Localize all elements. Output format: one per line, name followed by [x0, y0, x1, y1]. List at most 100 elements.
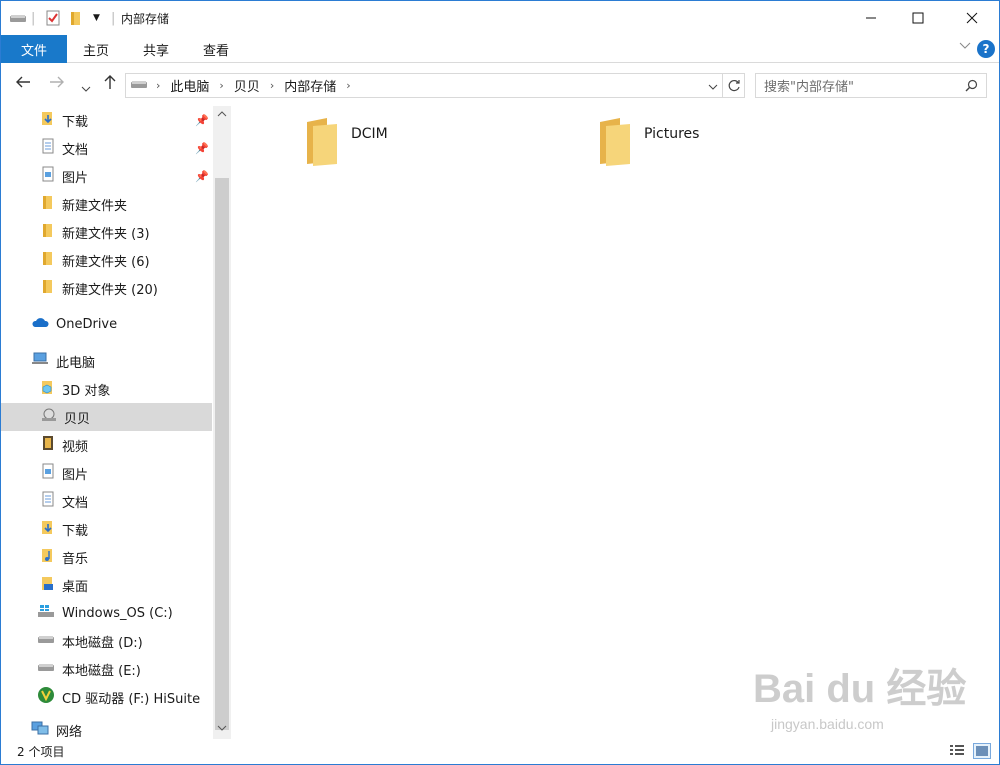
nav-item-pictures[interactable]: 图片 📌: [1, 162, 212, 190]
drive-icon: [37, 633, 55, 649]
nav-item-label: 3D 对象: [62, 383, 111, 399]
breadcrumb-beibei[interactable]: 贝贝: [234, 76, 260, 95]
nav-item-label: 图片: [62, 467, 89, 483]
nav-item-label: Windows_OS (C:): [62, 605, 173, 621]
nav-item-new-folder-20[interactable]: 新建文件夹 (20): [1, 274, 212, 302]
back-button[interactable]: [15, 74, 31, 93]
nav-item-label: 此电脑: [56, 355, 96, 371]
help-icon[interactable]: ?: [977, 40, 995, 58]
close-button[interactable]: [949, 1, 995, 35]
nav-item-label: 本地磁盘 (E:): [62, 663, 141, 679]
explorer-window: | ▼ | 内部存储 文件 主页 共享 查看 ? › 此电脑 › 贝贝 › 内部…: [0, 0, 1000, 765]
nav-item-label: 下载: [62, 114, 89, 130]
watermark-brand: Bai du 经验: [753, 667, 967, 711]
download-folder-icon: [41, 519, 55, 539]
pin-icon[interactable]: 📌: [195, 114, 209, 127]
documents-icon: [41, 138, 55, 158]
breadcrumb-separator-icon[interactable]: ›: [219, 79, 223, 92]
customize-qa-icon[interactable]: ▼: [93, 1, 100, 35]
search-icon[interactable]: [965, 79, 978, 96]
properties-icon[interactable]: [46, 1, 60, 35]
nav-item-music[interactable]: 音乐: [1, 543, 212, 571]
pictures-icon: [41, 166, 55, 186]
address-bar[interactable]: › 此电脑 › 贝贝 › 内部存储 ›: [125, 73, 745, 98]
address-dropdown-icon[interactable]: [708, 80, 718, 95]
item-count: 2 个项目: [17, 745, 65, 759]
nav-item-pictures-pc[interactable]: 图片: [1, 459, 212, 487]
breadcrumb-separator-icon[interactable]: ›: [346, 79, 350, 92]
nav-item-label: 音乐: [62, 551, 89, 567]
windows-drive-icon: [37, 604, 55, 622]
nav-item-videos[interactable]: 视频: [1, 431, 212, 459]
download-folder-icon: [41, 110, 55, 130]
address-row: › 此电脑 › 贝贝 › 内部存储 › 搜索"内部存储": [1, 64, 999, 106]
desktop-icon: [41, 575, 55, 595]
tab-home[interactable]: 主页: [73, 35, 119, 63]
nav-item-drive-c[interactable]: Windows_OS (C:): [1, 599, 212, 627]
nav-item-beibei[interactable]: 贝贝: [1, 403, 212, 431]
search-input[interactable]: 搜索"内部存储": [755, 73, 987, 98]
nav-item-new-folder-6[interactable]: 新建文件夹 (6): [1, 246, 212, 274]
nav-item-label: 本地磁盘 (D:): [62, 635, 143, 651]
folder-tile-dcim[interactable]: DCIM: [305, 116, 388, 176]
nav-item-documents[interactable]: 文档 📌: [1, 134, 212, 162]
nav-item-this-pc[interactable]: 此电脑: [1, 347, 212, 375]
scroll-up-icon[interactable]: [217, 110, 227, 121]
network-icon: [31, 721, 49, 739]
nav-item-label: 文档: [62, 495, 89, 511]
maximize-button[interactable]: [895, 1, 941, 35]
details-view-icon[interactable]: [949, 743, 967, 759]
breadcrumb-this-pc[interactable]: 此电脑: [170, 76, 209, 95]
videos-icon: [41, 435, 55, 455]
phone-device-icon: [41, 408, 57, 426]
tab-share[interactable]: 共享: [133, 35, 179, 63]
nav-item-new-folder[interactable]: 新建文件夹: [1, 190, 212, 218]
navigation-pane: 下载 📌 文档 📌 图片 📌 新建文件夹 新建文件夹 (3) 新建文件夹 (6): [1, 106, 213, 739]
nav-item-onedrive[interactable]: OneDrive: [1, 310, 212, 338]
drive-icon[interactable]: [9, 1, 27, 35]
new-folder-icon[interactable]: [69, 1, 83, 35]
nav-item-label: 贝贝: [64, 411, 91, 427]
drive-icon: [130, 78, 148, 94]
nav-item-label: 视频: [62, 439, 89, 455]
nav-item-new-folder-3[interactable]: 新建文件夹 (3): [1, 218, 212, 246]
expand-ribbon-icon[interactable]: [959, 39, 971, 55]
nav-item-cd-drive[interactable]: CD 驱动器 (F:) HiSuite: [1, 683, 212, 711]
tab-file[interactable]: 文件: [1, 35, 67, 63]
nav-item-3d-objects[interactable]: 3D 对象: [1, 375, 212, 403]
minimize-button[interactable]: [848, 1, 894, 35]
nav-item-drive-e[interactable]: 本地磁盘 (E:): [1, 655, 212, 683]
nav-item-label: 新建文件夹 (6): [62, 254, 150, 270]
breadcrumb-separator-icon[interactable]: ›: [270, 79, 274, 92]
nav-item-label: 新建文件夹: [62, 198, 128, 214]
nav-item-label: OneDrive: [56, 316, 118, 332]
nav-scrollbar[interactable]: [213, 106, 231, 739]
pin-icon[interactable]: 📌: [195, 142, 209, 155]
large-icons-view-icon[interactable]: [973, 743, 991, 759]
tab-view[interactable]: 查看: [193, 35, 239, 63]
nav-item-documents-pc[interactable]: 文档: [1, 487, 212, 515]
nav-item-downloads[interactable]: 下载 📌: [1, 106, 212, 134]
folder-tile-pictures[interactable]: Pictures: [598, 116, 699, 176]
breadcrumb-separator-icon[interactable]: ›: [156, 79, 160, 92]
nav-item-network[interactable]: 网络: [1, 716, 212, 739]
recent-locations-chevron-icon[interactable]: [81, 78, 91, 97]
folder-icon: [305, 116, 339, 170]
documents-icon: [41, 491, 55, 511]
pin-icon[interactable]: 📌: [195, 170, 209, 183]
nav-item-drive-d[interactable]: 本地磁盘 (D:): [1, 627, 212, 655]
scrollbar-thumb[interactable]: [215, 178, 229, 730]
file-list-area[interactable]: DCIM Pictures Bai du 经验 jingyan.baidu.co…: [232, 106, 999, 739]
3d-objects-icon: [41, 379, 55, 399]
nav-item-desktop[interactable]: 桌面: [1, 571, 212, 599]
nav-item-label: 桌面: [62, 579, 89, 595]
up-button[interactable]: [103, 74, 117, 94]
nav-item-downloads-pc[interactable]: 下载: [1, 515, 212, 543]
refresh-icon[interactable]: [722, 74, 744, 97]
drive-icon: [37, 661, 55, 677]
forward-button[interactable]: [49, 74, 65, 93]
music-icon: [41, 547, 55, 567]
breadcrumb-internal-storage[interactable]: 内部存储: [284, 76, 336, 95]
scroll-down-icon[interactable]: [217, 724, 227, 735]
nav-item-label: 新建文件夹 (20): [62, 282, 158, 298]
